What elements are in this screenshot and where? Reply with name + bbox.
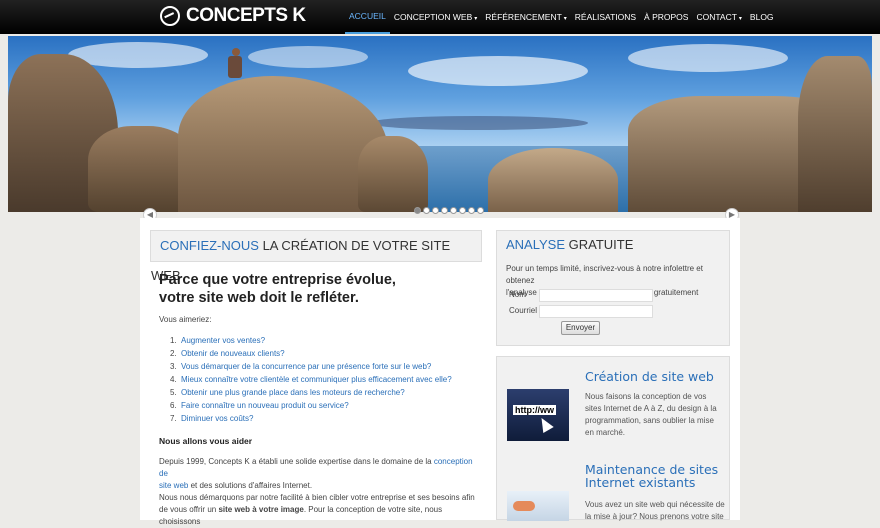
nav-item--propos[interactable]: À PROPOS [640, 0, 692, 34]
benefit-list-item[interactable]: 7. Diminuer vos coûts? [170, 412, 452, 425]
services-box: http://ww Création de site web Nous fais… [496, 356, 730, 521]
email-label: Courriel [509, 306, 538, 315]
carousel-dot[interactable] [432, 207, 439, 214]
carousel-dot[interactable] [459, 207, 466, 214]
benefit-list-item[interactable]: 2. Obtenir de nouveaux clients? [170, 347, 452, 360]
nav-item-r-f-rencement[interactable]: RÉFÉRENCEMENT ▾ [481, 0, 571, 34]
chevron-down-icon: ▾ [563, 16, 567, 22]
name-label: Nom [509, 290, 526, 299]
benefit-list: 1. Augmenter vos ventes? 2. Obtenir de nouv… [170, 334, 452, 425]
help-title: Nous allons vous aider [159, 436, 253, 446]
carousel-dots [414, 207, 484, 214]
nav-item-accueil[interactable]: ACCUEIL [345, 0, 390, 34]
nav-item-contact[interactable]: CONTACT ▾ [692, 0, 745, 34]
carousel-dot[interactable] [468, 207, 475, 214]
service-title-maintenance[interactable]: Maintenance de sites Internet existants [585, 463, 718, 489]
nav-item-blog[interactable]: BLOG [746, 0, 778, 34]
paragraph-2: Nous nous démarquons par notre facilité … [159, 493, 475, 526]
globe-icon [160, 6, 180, 26]
benefit-list-item[interactable]: 3. Vous démarquer de la concurrence par u… [170, 360, 452, 373]
benefit-list-item[interactable]: 1. Augmenter vos ventes? [170, 334, 452, 347]
name-field[interactable] [539, 289, 653, 302]
lead-line-2: votre site web doit le refléter. [159, 290, 359, 306]
laptop-hand-icon [507, 491, 569, 521]
carousel-dot[interactable] [477, 207, 484, 214]
chevron-down-icon: ▾ [474, 16, 478, 22]
service-text-maintenance: Vous avez un site web qui nécessite de l… [585, 500, 725, 521]
main-nav: ACCUEIL CONCEPTION WEB ▾ RÉFÉRENCEMENT ▾ RÉAL… [345, 0, 778, 34]
benefit-list-item[interactable]: 6. Faire connaître un nouveau produit ou … [170, 399, 452, 412]
site-web-link[interactable]: site web [159, 481, 188, 490]
carousel-dot[interactable] [423, 207, 430, 214]
top-navbar: CONCEPTS K ACCUEIL CONCEPTION WEB ▾ RÉFÉREN… [0, 0, 880, 34]
service-title-creation[interactable]: Création de site web [585, 369, 714, 384]
nav-item-r-alisations[interactable]: RÉALISATIONS [571, 0, 640, 34]
http-url-cursor-icon: http://ww [507, 389, 569, 441]
submit-button[interactable]: Envoyer [561, 321, 600, 335]
carousel-dot[interactable] [450, 207, 457, 214]
analysis-title: ANALYSE GRATUITE [506, 237, 634, 252]
person-on-rock [232, 48, 240, 56]
section-heading: CONFIEZ-NOUS LA CRÉATION DE VOTRE SITE W… [150, 230, 482, 283]
service-text-creation: Nous faisons la conception de vos sites … [585, 392, 717, 437]
heading-accent: CONFIEZ-NOUS [160, 238, 259, 253]
brand-name: CONCEPTS K [186, 5, 306, 26]
carousel-dot[interactable] [441, 207, 448, 214]
nav-item-conception-web[interactable]: CONCEPTION WEB ▾ [390, 0, 481, 34]
chevron-down-icon: ▾ [738, 16, 742, 22]
benefit-list-item[interactable]: 5. Obtenir une plus grande place dans les… [170, 386, 452, 399]
carousel-dot[interactable] [414, 207, 421, 214]
intro-text: Vous aimeriez: [159, 315, 212, 324]
lead-line-1: Parce que votre entreprise évolue, [159, 272, 396, 288]
free-analysis-box: ANALYSE GRATUITE Pour un temps limité, i… [496, 230, 730, 346]
paragraph-1: Depuis 1999, Concepts K a établi une sol… [159, 457, 473, 490]
logo[interactable]: CONCEPTS K [160, 3, 306, 29]
email-field[interactable] [539, 305, 653, 318]
hero-banner [8, 36, 872, 212]
benefit-list-item[interactable]: 4. Mieux connaître votre clientèle et com… [170, 373, 452, 386]
